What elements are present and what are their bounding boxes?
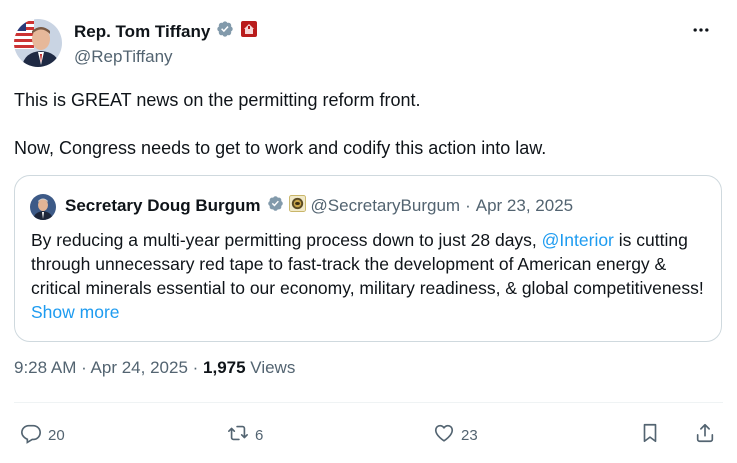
quote-text: By reducing a multi-year permitting proc… [31,228,715,324]
mention-link[interactable]: @Interior [542,230,614,250]
tweet-text: This is GREAT news on the permitting ref… [14,88,714,160]
timestamp-link[interactable]: 9:28 AM · Apr 24, 2025 · [14,358,203,377]
house-seal-icon [240,20,258,43]
repost-count: 6 [255,426,264,444]
share-icon [694,422,716,448]
quote-header: Secretary Doug Burgum @SecretaryBurgum ·… [65,195,573,217]
quote-date[interactable]: Apr 23, 2025 [476,196,573,216]
views-label: Views [245,358,296,377]
quote-author-name[interactable]: Secretary Doug Burgum [65,196,261,216]
repost-icon [227,422,249,448]
author-name[interactable]: Rep. Tom Tiffany [74,22,210,42]
reply-button[interactable]: 20 [20,422,65,448]
reply-icon [20,422,42,448]
tweet-meta: 9:28 AM · Apr 24, 2025 · 1,975 Views [14,358,295,378]
quote-avatar[interactable] [30,194,56,220]
quoted-tweet[interactable]: Secretary Doug Burgum @SecretaryBurgum ·… [14,175,722,342]
like-button[interactable]: 23 [433,422,478,448]
verified-gray-icon [267,195,284,217]
quote-text-part: By reducing a multi-year permitting proc… [31,230,542,250]
interior-seal-icon [288,195,306,217]
quote-separator: · [465,196,471,215]
author-name-row: Rep. Tom Tiffany [74,20,258,43]
action-bar: 20 6 23 [0,422,737,450]
author-avatar[interactable] [14,19,62,67]
bookmark-button[interactable] [639,422,661,448]
like-count: 23 [461,426,478,444]
divider [14,402,723,403]
more-icon[interactable] [691,20,711,45]
tweet-paragraph: Now, Congress needs to get to work and c… [14,138,547,158]
repost-button[interactable]: 6 [227,422,263,448]
tweet-paragraph: This is GREAT news on the permitting ref… [14,90,421,110]
like-icon [433,422,455,448]
reply-count: 20 [48,426,65,444]
bookmark-icon [639,422,661,448]
author-handle[interactable]: @RepTiffany [74,47,173,67]
views-count: 1,975 [203,358,246,377]
share-button[interactable] [694,422,716,448]
show-more-link[interactable]: Show more [31,302,120,322]
verified-gray-icon [216,20,234,43]
quote-handle[interactable]: @SecretaryBurgum [311,196,461,216]
